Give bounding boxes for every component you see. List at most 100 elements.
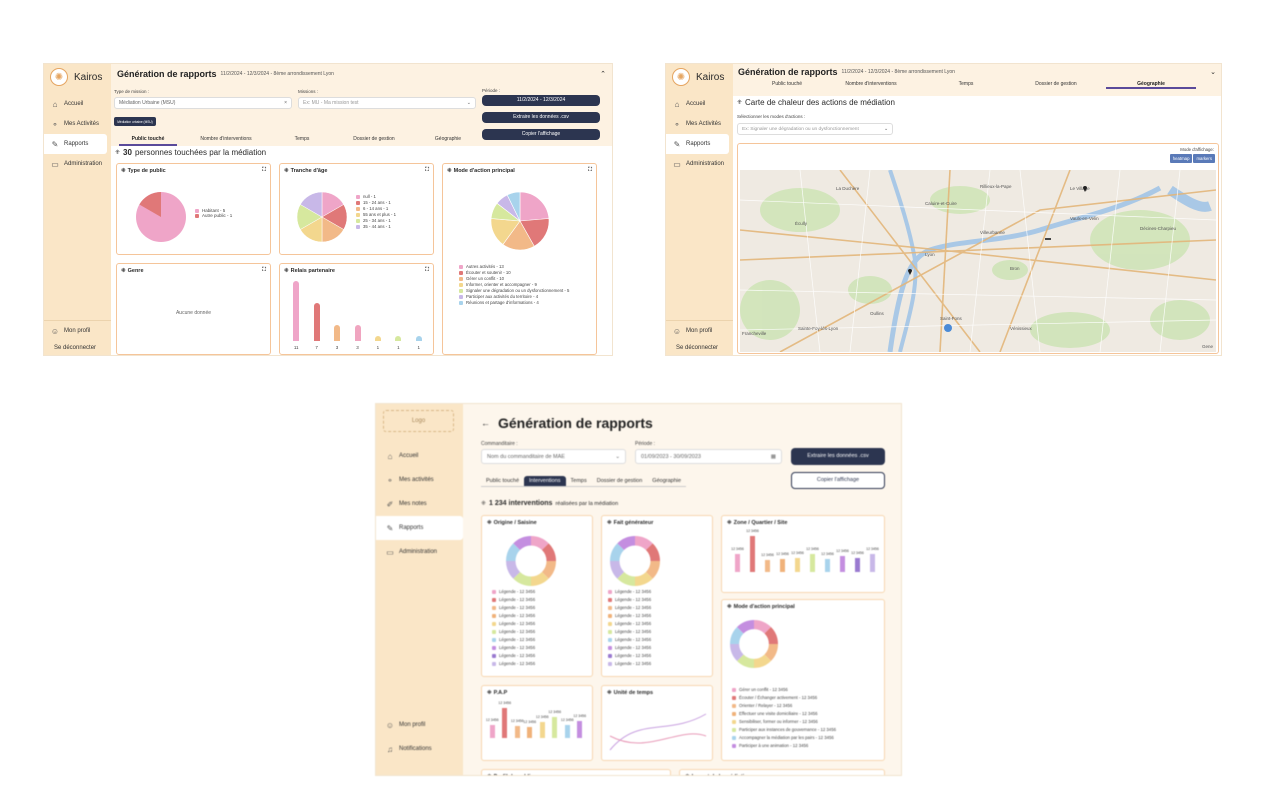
donut-chart [506, 536, 556, 586]
bar-label: 1 [417, 345, 421, 350]
bar [502, 708, 508, 738]
copy-display-button[interactable]: Copier l'affichage [791, 472, 885, 489]
nav-logout[interactable]: Se déconnecter [44, 341, 111, 355]
tab-geographie[interactable]: Géographie [419, 134, 477, 146]
bar [855, 557, 860, 572]
calendar-icon[interactable]: ▦ [771, 454, 776, 460]
logo-placeholder[interactable]: Logo [383, 410, 454, 432]
legend-item: Réunions et partage d'informations - 4 [459, 300, 569, 306]
tab-interventions[interactable]: Interventions [524, 476, 566, 486]
bar [810, 554, 815, 572]
nav-administration[interactable]: ▭ Administration [376, 540, 463, 564]
period-button[interactable]: 11/2/2024 - 12/3/2024 [482, 95, 600, 106]
comm-select[interactable]: Nom du commanditaire de MAE ⌄ [481, 449, 626, 464]
type-select[interactable]: Médiation Urbaine (MSU) × [114, 97, 292, 109]
kairos-logo-icon: ✺ [50, 68, 68, 86]
legend-item: Orienter / Relayer - 12 3456 [732, 702, 836, 710]
nav-activites[interactable]: ⚬ Mes Activités [666, 114, 733, 134]
extract-csv-button[interactable]: Extraire les données .csv [791, 448, 885, 465]
nav-rapports[interactable]: ✎ Rapports [376, 516, 463, 540]
map-place-label: Le Village [1070, 186, 1090, 191]
expand-icon[interactable]: ⛶ [425, 167, 429, 174]
bar-label: 12 3456 [806, 547, 819, 551]
tab-temps[interactable]: Temps [926, 81, 1006, 89]
legend-item: Gérer un conflit - 12 3456 [732, 686, 836, 694]
nav-notifications[interactable]: ♫ Notifications [376, 737, 463, 761]
tab-temps[interactable]: Temps [275, 134, 329, 146]
city-map[interactable]: La Duchère Caluire-et-Cuire Rillieux-la-… [740, 170, 1216, 352]
tab-geographie[interactable]: Géographie [1106, 81, 1196, 89]
back-arrow-icon[interactable]: ← [481, 418, 490, 428]
bar-label: 1 [376, 345, 380, 350]
main-content: Génération de rapports 11/2/2024 - 12/3/… [733, 64, 1221, 355]
nav-notes[interactable]: ✐ Mes notes [376, 492, 463, 516]
title-row: ← Génération de rapports [481, 415, 653, 431]
markers-button[interactable]: markers [1193, 154, 1215, 163]
nav-accueil[interactable]: ⌂ Accueil [666, 94, 733, 114]
bar [825, 558, 830, 572]
nav-activites[interactable]: ⚬ Mes activités [376, 468, 463, 492]
tab-public[interactable]: Public touché [481, 476, 524, 486]
expand-icon[interactable]: ⛶ [262, 267, 266, 274]
legend-item: Légende - 12 3456 [608, 596, 651, 604]
user-icon: ☺ [385, 720, 395, 730]
bar-label: 11 [293, 345, 299, 350]
grid-icon: ⁜ [447, 167, 452, 174]
activity-icon: ⚬ [673, 119, 681, 129]
tab-public[interactable]: Public touché [758, 81, 816, 89]
copy-display-button[interactable]: Copier l'affichage [482, 129, 600, 140]
map-place-label: La Duchère [836, 186, 860, 191]
tab-geographie[interactable]: Géographie [647, 476, 686, 486]
user-icon: ☺ [50, 326, 60, 336]
nav-activites[interactable]: ⚬ Mes Activités [44, 114, 111, 134]
logo[interactable]: ✺ Kairos [666, 64, 733, 90]
expand-icon[interactable]: ⛶ [588, 167, 592, 174]
tab-interventions[interactable]: Nombre d'interventions [177, 134, 275, 146]
pie-type-public [136, 192, 186, 242]
nav-rapports[interactable]: ✎ Rapports [666, 134, 729, 154]
nav-logout[interactable]: Se déconnecter [666, 341, 733, 355]
card-fait: ⁜ Fait générateur Légende - 12 3456 Légende… [601, 515, 713, 677]
nav-profil[interactable]: ☺ Mon profil [666, 321, 733, 341]
period-input[interactable]: 01/09/2023 - 30/09/2023 ▦ [635, 449, 782, 464]
legend-item: Écouter / Échanger activement - 12 3456 [732, 694, 836, 702]
tab-interventions[interactable]: Nombre d'interventions [816, 81, 926, 89]
tab-dossier[interactable]: Dossier de gestion [592, 476, 648, 486]
heatmap-button[interactable]: heatmap [1169, 154, 1193, 163]
expand-icon[interactable]: ⛶ [262, 167, 266, 174]
tab-temps[interactable]: Temps [566, 476, 592, 486]
legend-item: Autre public - 1 [195, 213, 232, 218]
modes-select[interactable]: Ex: Signaler une dégradation ou un dysfo… [737, 123, 893, 135]
extract-csv-button[interactable]: Extraire les données .csv [482, 112, 600, 123]
nav-profil[interactable]: ☺ Mon profil [376, 713, 463, 737]
expand-icon[interactable]: ⛶ [425, 267, 429, 274]
logo[interactable]: ✺ Kairos [44, 64, 111, 90]
clear-icon[interactable]: × [284, 100, 287, 106]
nav-administration[interactable]: ▭ Administration [44, 154, 111, 174]
legend-item: Légende - 12 3456 [492, 620, 535, 628]
modes-label: Sélectionner les modes d'actions : [737, 114, 806, 119]
chevron-down-icon[interactable]: ⌄ [1210, 68, 1216, 76]
missions-select[interactable]: Ex: MU - Ma mission test ⌄ [298, 97, 476, 109]
nav-administration[interactable]: ▭ Administration [666, 154, 733, 174]
main-content: ← Génération de rapports Commanditaire :… [463, 404, 901, 775]
page-subtitle: 11/2/2024 - 12/3/2024 - 8ème arrondissem… [841, 69, 955, 75]
mission-chip[interactable]: Médiation urbaine (MSU) [114, 117, 156, 126]
bar [334, 324, 341, 341]
bar-label: 7 [315, 345, 318, 350]
nav-accueil[interactable]: ⌂ Accueil [376, 444, 463, 468]
tab-dossier[interactable]: Dossier de gestion [1006, 81, 1106, 89]
legend-item: Légende - 12 3456 [492, 604, 535, 612]
nav-profil[interactable]: ☺ Mon profil [44, 321, 111, 341]
home-icon: ⌂ [674, 99, 680, 109]
tab-public[interactable]: Public touché [119, 134, 177, 146]
chevron-up-icon[interactable]: ⌃ [600, 70, 606, 78]
bar-label: 12 3456 [791, 550, 804, 555]
grid-icon: ⁜ [284, 167, 289, 174]
bar [552, 716, 558, 738]
series-line [609, 713, 707, 751]
nav-accueil[interactable]: ⌂ Accueil [44, 94, 111, 114]
screen-reports-public: ✺ Kairos ⌂ Accueil ⚬ Mes Activités ✎ Rappor… [43, 63, 613, 356]
nav-rapports[interactable]: ✎ Rapports [44, 134, 107, 154]
tab-dossier[interactable]: Dossier de gestion [329, 134, 419, 146]
